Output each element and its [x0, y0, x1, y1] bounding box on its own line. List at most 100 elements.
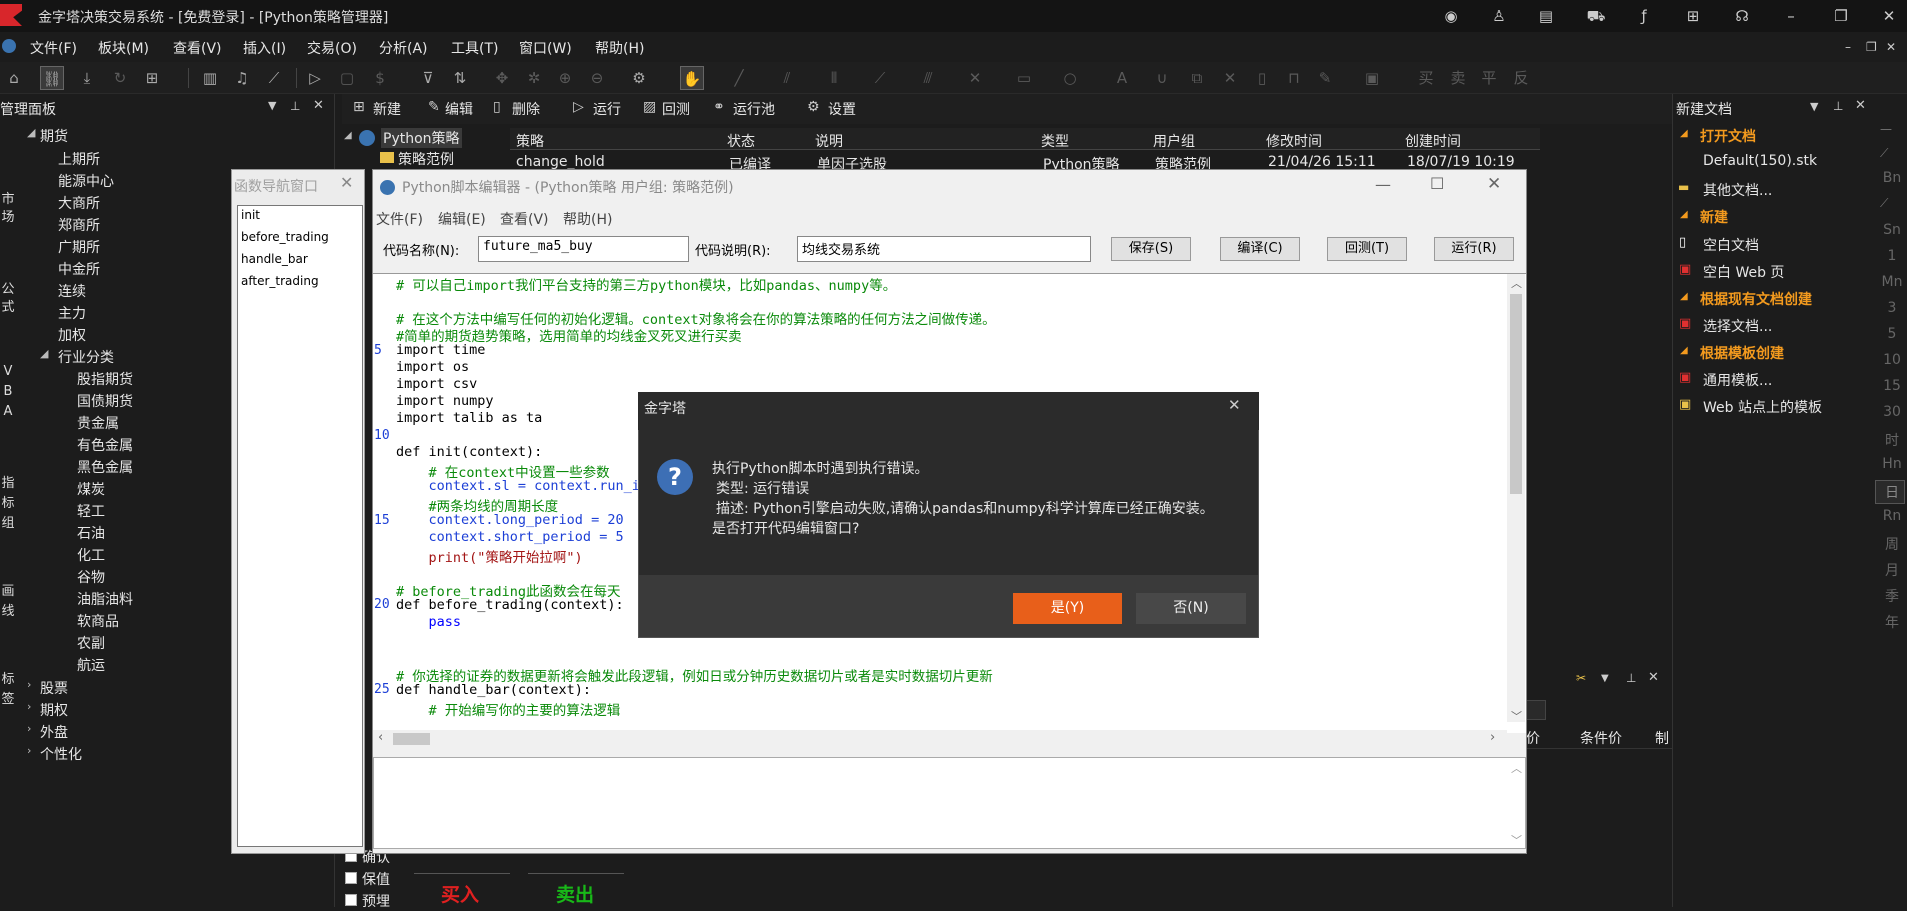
menu-tools[interactable]: 工具(T) [451, 38, 498, 58]
column-header[interactable]: 修改时间 [1266, 131, 1322, 151]
strip-label[interactable]: B [0, 384, 16, 399]
pen-icon[interactable]: ✎ [1313, 66, 1337, 90]
draw-bars-icon[interactable]: ⦀ [822, 66, 846, 90]
table-cell[interactable]: 18/07/19 10:19 [1407, 154, 1515, 170]
strip-label[interactable]: 公 [0, 278, 16, 297]
filter-icon[interactable]: ⊽ [416, 66, 440, 90]
reverse-icon[interactable]: 反 [1509, 66, 1533, 90]
scroll-up-icon[interactable]: ︿ [1511, 275, 1522, 291]
buy-icon[interactable]: 买 [1414, 66, 1438, 90]
code-line[interactable]: pass [396, 614, 462, 630]
tree-item-industry[interactable]: 石油 [77, 523, 105, 543]
draw-ray-icon[interactable]: ✕ [963, 66, 987, 90]
tree-item-industry[interactable]: 航运 [77, 655, 105, 675]
period-button[interactable]: 5 [1878, 326, 1906, 342]
tree-item-exchange[interactable]: 加权 [58, 325, 86, 345]
column-header[interactable]: 创建时间 [1405, 131, 1461, 151]
close-position-icon[interactable]: 平 [1477, 66, 1501, 90]
tree-expand-icon[interactable]: ◢ [344, 130, 352, 141]
tree-item-exchange[interactable]: 郑商所 [58, 215, 100, 235]
play-icon[interactable]: ▷ [303, 66, 327, 90]
editor-close-icon[interactable]: ✕ [1487, 174, 1501, 194]
code-line[interactable]: # 开始编写你的主要的算法逻辑 [396, 699, 621, 719]
copy-icon[interactable]: ⧉ [1185, 66, 1209, 90]
mdi-restore-icon[interactable]: ❐ [1866, 40, 1877, 54]
user-icon[interactable]: ♙ [1488, 6, 1510, 26]
code-line[interactable]: context.short_period = 5 [396, 529, 624, 545]
strip-label[interactable]: 标 [0, 668, 16, 687]
tree-item-exchange[interactable]: 连续 [58, 281, 86, 301]
strip-label[interactable]: 指 [0, 472, 16, 491]
tree-item-industry[interactable]: 贵金属 [77, 413, 119, 433]
order-tab[interactable] [1526, 700, 1546, 720]
tree-item-industry[interactable]: 化工 [77, 545, 105, 565]
column-header[interactable]: 用户组 [1153, 131, 1195, 151]
refresh-icon[interactable]: ↻ [108, 66, 132, 90]
other-docs-link[interactable]: 其他文档... [1703, 180, 1772, 200]
code-vscroll-thumb[interactable] [1510, 294, 1522, 494]
code-line[interactable]: import os [396, 359, 469, 375]
panel-dropdown-icon[interactable]: ▼ [268, 99, 276, 112]
scroll-left-icon[interactable]: ‹ [378, 730, 383, 745]
sell-icon[interactable]: 卖 [1446, 66, 1470, 90]
strip-label[interactable]: 签 [0, 688, 16, 707]
move-icon[interactable]: ✥ [490, 66, 514, 90]
draw-circle-icon[interactable]: ○ [1058, 66, 1082, 90]
column-header[interactable]: 说明 [815, 131, 843, 151]
code-line[interactable]: def before_trading(context): [396, 597, 624, 613]
chart-strip-icon[interactable]: ⟋ [1880, 146, 1888, 161]
bell-icon[interactable]: ♫ [230, 66, 254, 90]
settings-button[interactable]: 设置 [828, 99, 856, 119]
period-button[interactable]: 季 [1878, 586, 1906, 606]
function-item[interactable]: handle_bar [241, 252, 308, 266]
draw-line-icon[interactable]: ╱ [727, 66, 751, 90]
sort-icon[interactable]: ⇅ [448, 66, 472, 90]
tree-node-python-strategy[interactable]: Python策略 [381, 128, 462, 148]
function-icon[interactable]: ƒ [1633, 6, 1655, 26]
tools-icon[interactable]: ✂ [1576, 671, 1586, 685]
layout-icon[interactable]: ⊞ [140, 66, 164, 90]
minimize-icon[interactable]: – [1780, 6, 1802, 26]
period-button[interactable]: 月 [1878, 560, 1906, 580]
backtest-strategy-button[interactable]: 回测 [662, 99, 690, 119]
column-header[interactable]: 策略 [516, 131, 544, 151]
headset-icon[interactable]: ☊ [1731, 6, 1753, 26]
tree-collapse-icon[interactable]: › [27, 678, 31, 691]
magnet-icon[interactable]: ∪ [1150, 66, 1174, 90]
strip-label[interactable]: 画 [0, 580, 16, 599]
tree-item-exchange[interactable]: 主力 [58, 303, 86, 323]
tree-item-industry[interactable]: 农副 [77, 633, 105, 653]
menu-insert[interactable]: 插入(I) [243, 38, 286, 58]
tree-item-industry[interactable]: 有色金属 [77, 435, 133, 455]
code-name-input[interactable]: future_ma5_buy [478, 236, 689, 262]
panel-pin-icon[interactable]: ⊥ [290, 99, 300, 113]
code-line[interactable]: def init(context): [396, 444, 542, 460]
code-hscroll-thumb[interactable] [393, 733, 430, 745]
tree-collapse-icon[interactable]: › [27, 722, 31, 735]
buy-button[interactable]: 买入 [441, 880, 479, 907]
generic-template-link[interactable]: 通用模板... [1703, 370, 1772, 390]
menu-window[interactable]: 窗口(W) [519, 38, 572, 58]
period-button[interactable]: 周 [1878, 534, 1906, 554]
tree-item-exchange[interactable]: 大商所 [58, 193, 100, 213]
order-pin-icon[interactable]: ⊥ [1626, 671, 1636, 685]
period-button[interactable]: 1 [1878, 248, 1906, 264]
tree-item-exchange[interactable]: 上期所 [58, 149, 100, 169]
strip-label[interactable]: 标 [0, 492, 16, 511]
draw-channel-icon[interactable]: ⫻ [916, 66, 940, 90]
tree-collapse-icon[interactable]: › [27, 700, 31, 713]
tree-item-industry[interactable]: 软商品 [77, 611, 119, 631]
mdi-minimize-icon[interactable]: – [1845, 40, 1851, 54]
period-button-selected[interactable]: 日 [1878, 482, 1906, 502]
tree-item-industry[interactable]: 国债期货 [77, 391, 133, 411]
output-scroll-up-icon[interactable]: ︿ [1511, 760, 1522, 776]
zoom-out-icon[interactable]: ⊖ [585, 66, 609, 90]
download-icon[interactable]: ⤓ [75, 66, 99, 90]
rss-icon[interactable]: ◉ [1440, 6, 1462, 26]
code-desc-input[interactable]: 均线交易系统 [797, 236, 1091, 262]
code-line[interactable]: import talib as ta [396, 410, 542, 426]
tree-item-industry[interactable]: 煤炭 [77, 479, 105, 499]
mdi-close-icon[interactable]: ✕ [1886, 40, 1896, 54]
new-strategy-button[interactable]: 新建 [373, 99, 401, 119]
table-cell[interactable]: 21/04/26 15:11 [1268, 154, 1376, 170]
